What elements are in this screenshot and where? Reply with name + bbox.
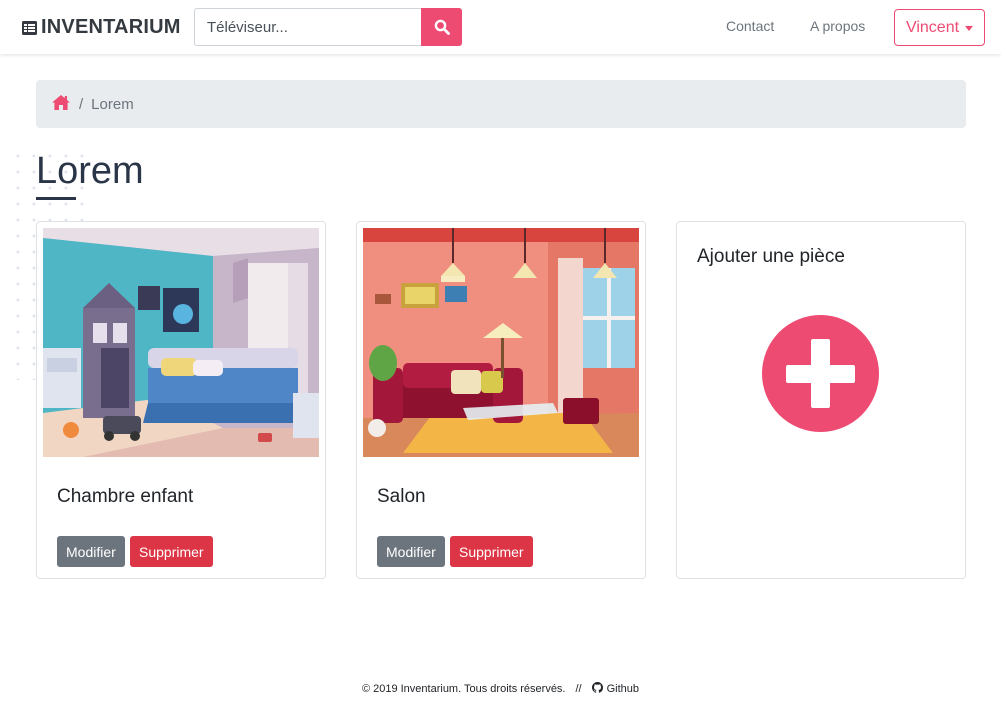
nav-link-contact[interactable]: Contact <box>726 18 774 34</box>
room-name: Salon <box>377 486 426 507</box>
nav-link-about[interactable]: A propos <box>810 18 865 34</box>
footer-copyright: © 2019 Inventarium. Tous droits réservés… <box>361 683 566 695</box>
github-icon[interactable] <box>591 682 603 696</box>
title-underline <box>36 197 76 200</box>
add-room-card[interactable]: Ajouter une pièce <box>676 221 966 579</box>
breadcrumb-current: Lorem <box>91 95 134 113</box>
user-name: Vincent <box>905 18 960 36</box>
footer-github-link[interactable]: Github <box>607 683 639 695</box>
room-card: Salon Modifier Supprimer <box>356 221 646 579</box>
edit-button[interactable]: Modifier <box>57 536 125 567</box>
user-menu-button[interactable]: Vincent <box>894 9 985 46</box>
search-form <box>194 8 462 46</box>
table-list-icon <box>22 20 37 35</box>
add-room-title: Ajouter une pièce <box>697 246 845 267</box>
navbar: INVENTARIUM Contact A propos Vincent <box>0 0 1001 54</box>
page-title: Lorem <box>36 150 144 192</box>
delete-button[interactable]: Supprimer <box>450 536 533 567</box>
room-image-bedroom <box>43 228 319 457</box>
footer: © 2019 Inventarium. Tous droits réservés… <box>0 682 1001 696</box>
search-button[interactable] <box>421 8 462 46</box>
brand-name: INVENTARIUM <box>41 16 181 38</box>
brand[interactable]: INVENTARIUM <box>22 16 181 39</box>
plus-circle-icon[interactable] <box>762 315 879 432</box>
caret-down-icon <box>965 26 974 31</box>
search-icon <box>434 19 450 35</box>
room-name: Chambre enfant <box>57 486 194 507</box>
home-icon[interactable] <box>52 94 70 114</box>
breadcrumb-separator: / <box>79 95 84 113</box>
footer-separator: // <box>575 683 582 695</box>
room-image-living-room <box>363 228 639 457</box>
edit-button[interactable]: Modifier <box>377 536 445 567</box>
breadcrumb: / Lorem <box>36 80 966 128</box>
search-input[interactable] <box>194 8 421 46</box>
room-card: Chambre enfant Modifier Supprimer <box>36 221 326 579</box>
delete-button[interactable]: Supprimer <box>130 536 213 567</box>
